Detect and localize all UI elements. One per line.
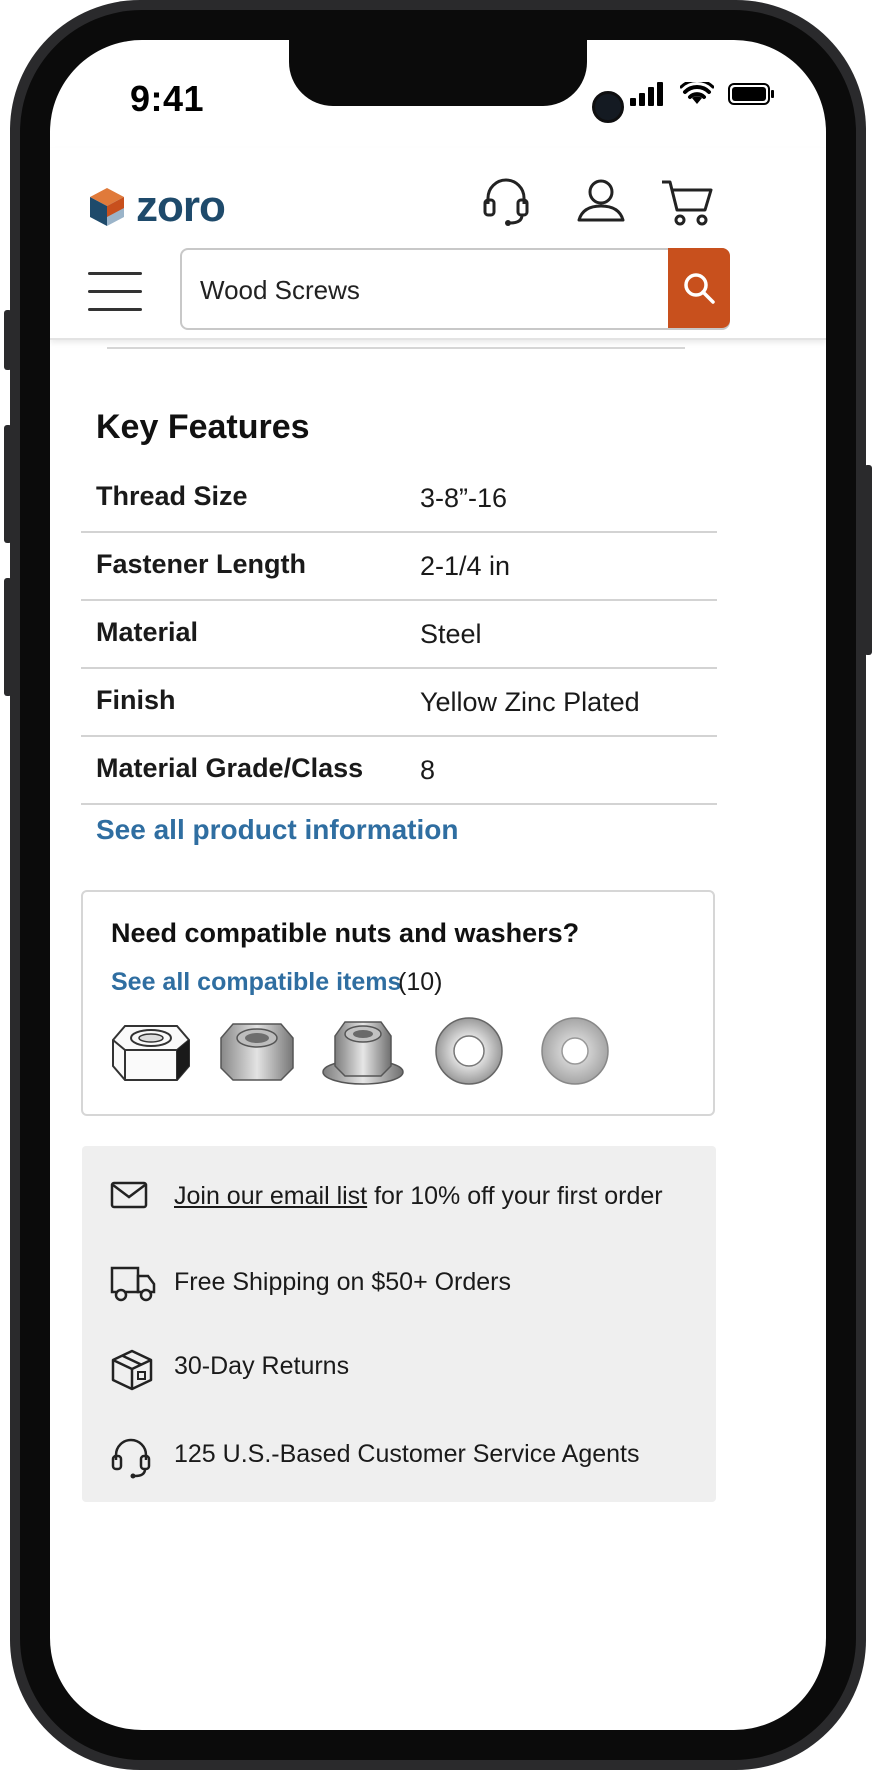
perk-email: Join our email list for 10% off your fir… [82, 1174, 716, 1224]
wifi-icon [680, 82, 714, 104]
see-all-product-info-link[interactable]: See all product information [96, 814, 458, 846]
spec-row-thread-size: Thread Size 3-8”-16 [81, 465, 717, 533]
spec-row-material-grade: Material Grade/Class 8 [81, 737, 717, 805]
search-input[interactable] [198, 250, 662, 330]
perk-shipping: Free Shipping on $50+ Orders [82, 1260, 716, 1310]
email-offer-text: for 10% off your first order [367, 1182, 663, 1210]
volume-up-button [4, 425, 12, 543]
compatible-title: Need compatible nuts and washers? [111, 918, 580, 948]
screen: 9:41 zoro Wood Screws Key Features Threa… [50, 40, 826, 1730]
hex-nut-zinc-image[interactable] [213, 1016, 301, 1086]
compatible-items-card: Need compatible nuts and washers? See al… [81, 890, 715, 1116]
spec-row-fastener-length: Fastener Length 2-1/4 in [81, 533, 717, 601]
spec-row-material: Material Steel [81, 601, 717, 669]
spec-value: 8 [420, 755, 436, 785]
perk-returns: 30-Day Returns [82, 1344, 716, 1394]
spec-value: 2-1/4 in [420, 551, 511, 581]
package-box-icon [111, 1349, 153, 1391]
section-divider [107, 347, 685, 349]
search-bar [180, 248, 730, 330]
zoro-logo[interactable]: zoro [88, 182, 226, 232]
menu-line [88, 272, 142, 275]
cart-icon[interactable] [660, 176, 714, 228]
email-list-link[interactable]: Join our email list [174, 1182, 367, 1210]
spec-value: Steel [420, 619, 482, 649]
mute-switch [4, 310, 12, 370]
customer-service-headset-icon [111, 1438, 151, 1479]
site-header: zoro [50, 148, 826, 340]
spec-row-finish: Finish Yellow Zinc Plated [81, 669, 717, 737]
notch [289, 40, 624, 123]
flange-nut-image[interactable] [319, 1016, 407, 1086]
store-benefits-panel: Join our email list for 10% off your fir… [82, 1146, 716, 1502]
search-button[interactable] [668, 248, 730, 328]
camera-lens [592, 91, 624, 123]
cellular-signal-icon [630, 82, 663, 106]
status-time: 9:41 [130, 78, 205, 119]
spec-label: Fastener Length [96, 549, 307, 579]
spec-value: 3-8”-16 [420, 483, 508, 513]
account-icon[interactable] [575, 176, 627, 228]
menu-hamburger-icon[interactable] [88, 272, 142, 312]
perk-service: 125 U.S.-Based Customer Service Agents [82, 1432, 716, 1482]
perk-service-text: 125 U.S.-Based Customer Service Agents [174, 1440, 640, 1468]
search-icon [684, 273, 715, 304]
flat-washer-galvanized-image[interactable] [531, 1016, 619, 1086]
volume-down-button [4, 578, 12, 696]
menu-line [88, 308, 142, 311]
flat-washer-polished-image[interactable] [425, 1016, 513, 1086]
battery-icon [728, 83, 774, 105]
logo-text: zoro [136, 182, 226, 231]
spec-value: Yellow Zinc Plated [420, 687, 640, 717]
perk-returns-text: 30-Day Returns [174, 1352, 350, 1380]
key-features-table: Thread Size 3-8”-16 Fastener Length 2-1/… [81, 465, 717, 805]
compatible-count: (10) [398, 968, 443, 996]
phone-frame: 9:41 zoro Wood Screws Key Features Threa… [4, 0, 872, 1770]
headset-icon[interactable] [480, 176, 532, 228]
spec-label: Thread Size [96, 481, 248, 511]
compatible-thumbnails [107, 1016, 619, 1086]
see-compatible-items-link[interactable]: See all compatible items [111, 968, 401, 997]
spec-label: Material Grade/Class [96, 753, 364, 783]
spec-label: Finish [96, 685, 176, 715]
key-features-title: Key Features [96, 408, 310, 446]
cube-logo-icon [90, 188, 124, 226]
status-icons [630, 82, 776, 106]
spec-label: Material [96, 617, 199, 647]
power-button [864, 465, 872, 655]
envelope-icon [110, 1181, 148, 1209]
perk-shipping-text: Free Shipping on $50+ Orders [174, 1268, 512, 1296]
menu-line [88, 290, 142, 293]
hex-nut-plain-image[interactable] [107, 1016, 195, 1086]
delivery-truck-icon [110, 1266, 156, 1302]
perk-email-text: Join our email list for 10% off your fir… [174, 1182, 663, 1211]
